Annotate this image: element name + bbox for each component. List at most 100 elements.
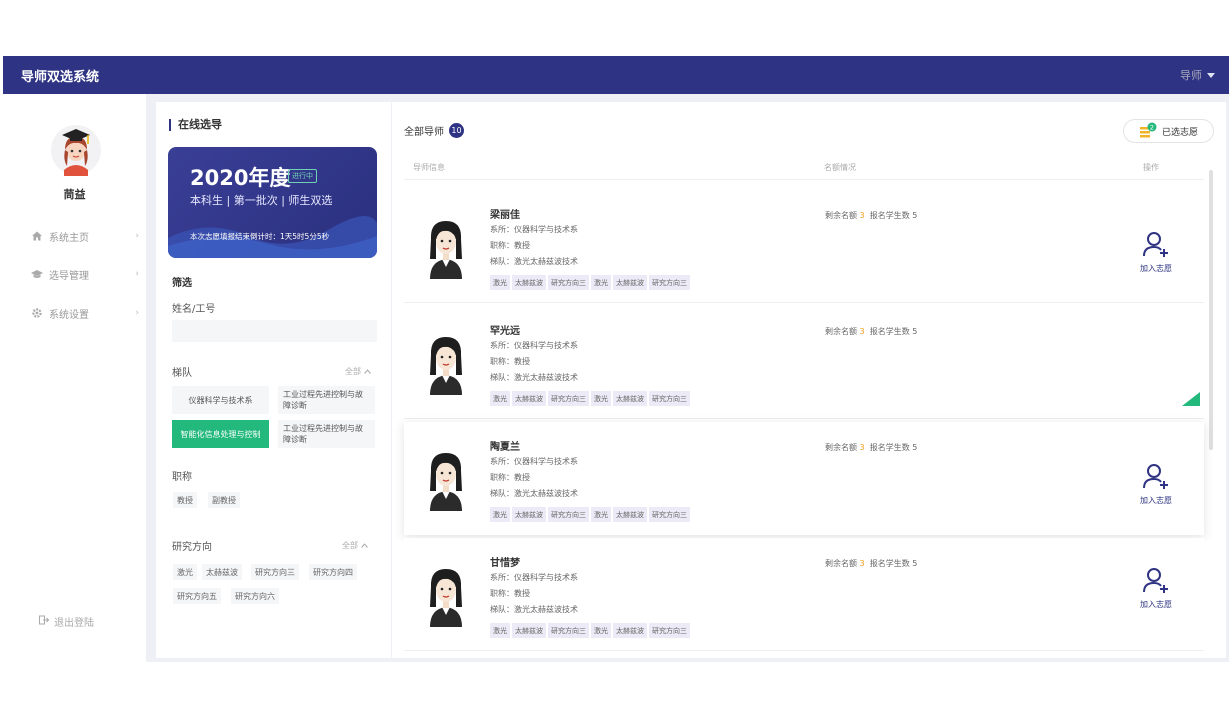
- team-option[interactable]: 工业过程先进控制与故障诊断: [278, 386, 375, 414]
- research-chip[interactable]: 研究方向四: [309, 564, 357, 580]
- user-menu-label: 导师: [1180, 69, 1202, 82]
- quota-info: 剩余名额 3 报名学生数 5: [825, 442, 917, 453]
- teacher-list-panel: 全部导师 10 2 已选志愿 导师信息 名额情况 操作 梁丽佳 系所：仪器科学与…: [392, 102, 1226, 658]
- research-tag: 研究方向三: [649, 507, 690, 522]
- research-chip[interactable]: 激光: [173, 564, 197, 580]
- applied-number: 5: [912, 443, 918, 452]
- scrollbar[interactable]: [1209, 170, 1213, 450]
- home-icon: [31, 230, 43, 242]
- quota-label: 剩余名额: [825, 211, 857, 220]
- teacher-card: 甘惜梦 系所：仪器科学与技术系 职称：教授 梯队：激光太赫兹波技术 激光 太赫兹波…: [404, 538, 1204, 651]
- teacher-title: 职称：教授: [490, 357, 530, 366]
- filter-heading: 筛选: [172, 278, 192, 289]
- app-frame: 导师双选系统 导师 茼益 系统主页 › 选导管理 › 系统设置 › 退出登陆 在…: [3, 56, 1229, 662]
- header-divider: [404, 179, 1204, 180]
- sidebar-item-settings[interactable]: 系统设置 ›: [31, 303, 143, 323]
- section-title: 在线选导: [169, 119, 222, 131]
- research-label: 研究方向: [172, 542, 212, 553]
- selected-choices-button[interactable]: 2 已选志愿: [1123, 119, 1214, 143]
- team-option[interactable]: 工业过程先进控制与故障诊断: [278, 420, 375, 448]
- research-chip[interactable]: 研究方向六: [231, 588, 279, 604]
- research-tag: 研究方向三: [548, 275, 589, 290]
- applied-label: 报名学生数: [869, 443, 910, 452]
- team-all-label: 全部: [345, 367, 361, 376]
- teacher-card: 陶夏兰 系所：仪器科学与技术系 职称：教授 梯队：激光太赫兹波技术 激光 太赫兹波…: [404, 422, 1204, 535]
- research-tags: 激光 太赫兹波 研究方向三 激光 太赫兹波 研究方向三: [490, 507, 690, 522]
- research-chip[interactable]: 太赫兹波: [202, 564, 242, 580]
- applied-label: 报名学生数: [869, 327, 910, 336]
- selected-choices-label: 已选志愿: [1161, 127, 1198, 138]
- teacher-title: 职称：教授: [490, 589, 530, 598]
- join-choice-button[interactable]: 加入志愿: [1132, 230, 1180, 274]
- graduation-cap-icon: [31, 268, 43, 280]
- research-tag: 激光: [490, 623, 510, 638]
- quota-label: 剩余名额: [825, 443, 857, 452]
- join-choice-label: 加入志愿: [1140, 264, 1172, 273]
- research-tag: 激光: [591, 507, 611, 522]
- teacher-avatar: [424, 563, 468, 627]
- user-menu[interactable]: 导师: [1180, 67, 1215, 83]
- chevron-right-icon: ›: [135, 231, 139, 241]
- quota-label: 剩余名额: [825, 559, 857, 568]
- research-all-toggle[interactable]: 全部: [342, 540, 368, 551]
- sidebar-item-selection-management[interactable]: 选导管理 ›: [31, 264, 143, 284]
- logout-button[interactable]: 退出登陆: [39, 614, 94, 629]
- research-tags: 激光 太赫兹波 研究方向三 激光 太赫兹波 研究方向三: [490, 275, 690, 290]
- research-chip[interactable]: 研究方向五: [173, 588, 221, 604]
- applied-number: 5: [912, 327, 918, 336]
- teacher-department: 系所：仪器科学与技术系: [490, 573, 578, 582]
- teacher-card: 梁丽佳 系所：仪器科学与技术系 职称：教授 梯队：激光太赫兹波技术 激光 太赫兹波…: [404, 190, 1204, 303]
- title-chip[interactable]: 副教授: [208, 492, 240, 508]
- research-tag: 太赫兹波: [512, 507, 546, 522]
- column-header-quota: 名额情况: [824, 163, 856, 172]
- research-tag: 激光: [490, 275, 510, 290]
- research-tag: 研究方向三: [649, 391, 690, 406]
- research-tag: 太赫兹波: [613, 623, 647, 638]
- applied-number: 5: [912, 559, 918, 568]
- user-name: 茼益: [63, 188, 86, 201]
- research-chip[interactable]: 研究方向三: [251, 564, 299, 580]
- sidebar-item-label: 选导管理: [49, 270, 89, 282]
- research-tag: 研究方向三: [548, 391, 589, 406]
- chevron-down-icon: [1207, 72, 1215, 78]
- quota-number: 3: [859, 559, 865, 568]
- team-option[interactable]: 仪器科学与技术系: [172, 386, 269, 414]
- team-option-selected[interactable]: 智能化信息处理与控制: [172, 420, 269, 448]
- gear-icon: [31, 307, 43, 319]
- quota-label: 剩余名额: [825, 327, 857, 336]
- corner-marker: [1182, 392, 1200, 406]
- selected-count-badge: 2: [1150, 123, 1154, 131]
- join-choice-button[interactable]: 加入志愿: [1132, 566, 1180, 610]
- applied-label: 报名学生数: [869, 559, 910, 568]
- teacher-name: 罕光远: [490, 326, 520, 337]
- teacher-team: 梯队：激光太赫兹波技术: [490, 257, 578, 266]
- title-chip[interactable]: 教授: [173, 492, 197, 508]
- research-tag: 太赫兹波: [512, 275, 546, 290]
- stack-icon: 2: [1139, 122, 1157, 141]
- status-badge: 进行中: [288, 169, 317, 183]
- research-tag: 激光: [591, 391, 611, 406]
- chevron-right-icon: ›: [135, 308, 139, 318]
- name-field-label: 姓名/工号: [172, 304, 216, 315]
- teacher-count-badge: 10: [449, 123, 464, 138]
- teacher-title: 职称：教授: [490, 473, 530, 482]
- teacher-team: 梯队：激光太赫兹波技术: [490, 489, 578, 498]
- teacher-avatar: [424, 215, 468, 279]
- add-user-icon: [1141, 462, 1171, 492]
- research-tag: 研究方向三: [649, 623, 690, 638]
- teacher-department: 系所：仪器科学与技术系: [490, 457, 578, 466]
- teacher-department: 系所：仪器科学与技术系: [490, 341, 578, 350]
- team-all-toggle[interactable]: 全部: [345, 366, 371, 377]
- add-user-icon: [1141, 230, 1171, 260]
- teacher-department: 系所：仪器科学与技术系: [490, 225, 578, 234]
- team-label: 梯队: [172, 368, 192, 379]
- sidebar-item-label: 系统设置: [49, 309, 89, 321]
- research-tag: 激光: [490, 507, 510, 522]
- sidebar-item-home[interactable]: 系统主页 ›: [31, 226, 143, 246]
- join-choice-button[interactable]: 加入志愿: [1132, 462, 1180, 506]
- teacher-name: 甘惜梦: [490, 558, 520, 569]
- name-search-input[interactable]: [172, 320, 377, 342]
- research-tag: 太赫兹波: [613, 391, 647, 406]
- avatar[interactable]: [50, 124, 102, 176]
- research-tag: 激光: [490, 391, 510, 406]
